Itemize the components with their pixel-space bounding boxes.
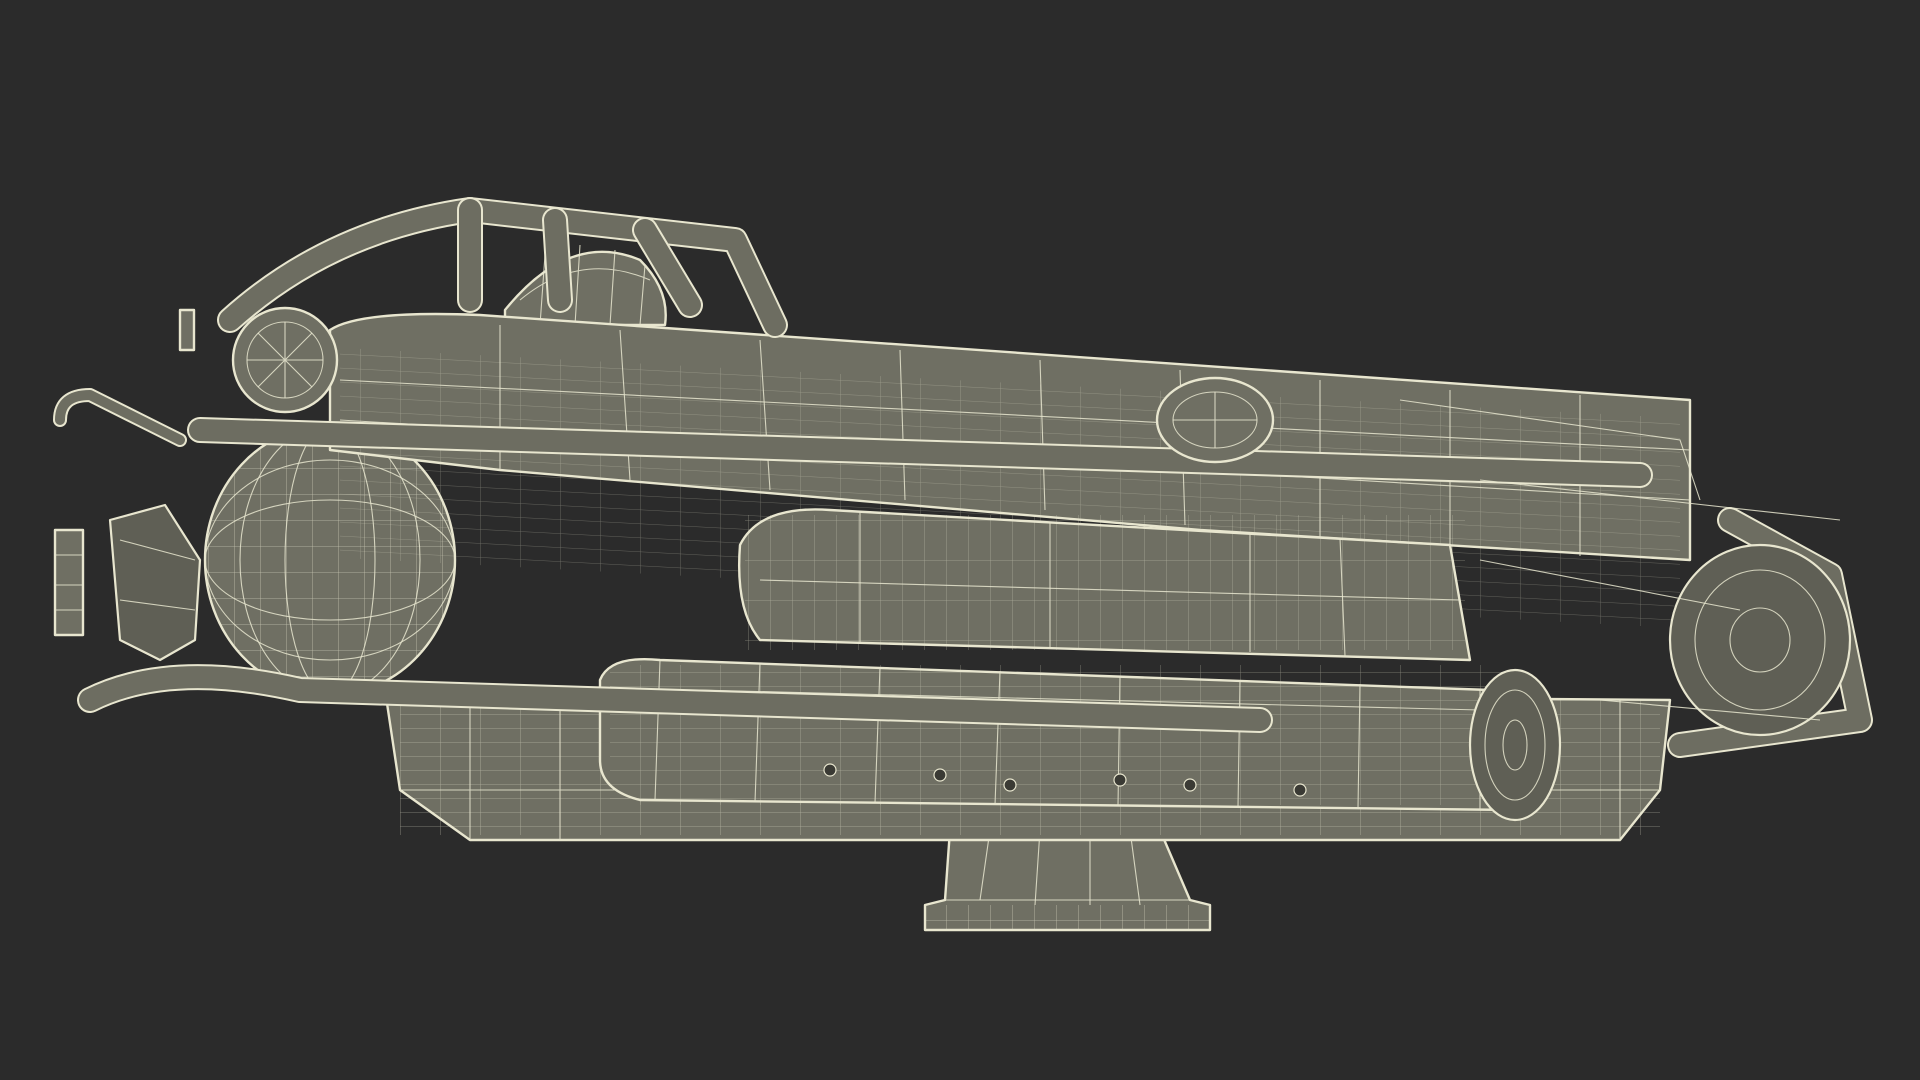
front-wheel xyxy=(1668,543,1852,737)
wireframe-vehicle-render xyxy=(53,197,1873,932)
rear-arm-bracket xyxy=(53,503,202,662)
top-left-hook xyxy=(53,308,196,447)
middle-cylinder xyxy=(737,508,1472,662)
bottom-stand xyxy=(923,828,1212,932)
lower-long-cylinder xyxy=(598,658,1522,812)
render-viewport xyxy=(0,0,1920,1080)
front-end-cap xyxy=(1468,668,1562,822)
front-fan xyxy=(1155,376,1275,464)
rear-fan xyxy=(231,306,339,414)
top-dome xyxy=(503,244,667,327)
